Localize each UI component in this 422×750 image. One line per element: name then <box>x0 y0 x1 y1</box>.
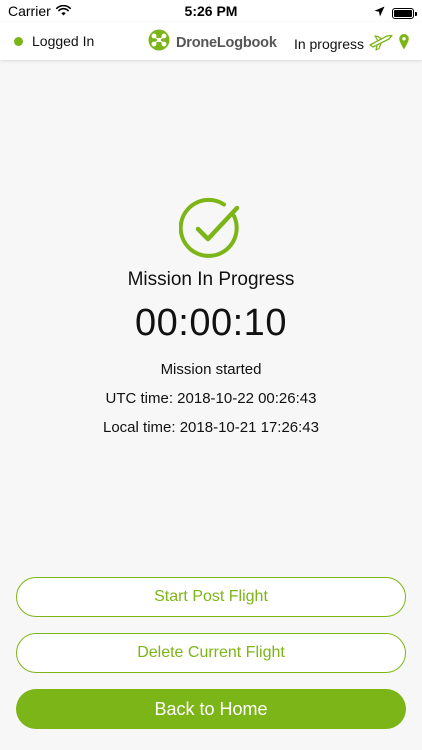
login-status: Logged In <box>14 33 94 49</box>
status-dot-icon <box>14 36 23 46</box>
wifi-icon <box>55 3 71 19</box>
status-bar: Carrier 5:26 PM <box>0 0 422 22</box>
carrier-group: Carrier <box>8 3 71 19</box>
dronelogbook-logo-icon <box>148 29 170 56</box>
back-to-home-button[interactable]: Back to Home <box>16 689 406 729</box>
mission-content: Mission In Progress 00:00:10 Mission sta… <box>0 60 422 750</box>
status-right-group <box>374 4 417 22</box>
checkmark-circle-icon <box>178 197 243 261</box>
mission-started-label: Mission started <box>160 361 262 378</box>
battery-icon <box>392 7 417 19</box>
utc-time: UTC time: 2018-10-22 00:26:43 <box>105 390 317 407</box>
drone-icon <box>369 33 393 54</box>
delete-current-flight-button[interactable]: Delete Current Flight <box>16 633 406 673</box>
app-header: Logged In DroneLogbook In progress <box>0 22 422 60</box>
app-logo: DroneLogbook <box>148 29 277 56</box>
mission-timer: 00:00:10 <box>135 302 287 344</box>
flight-status-label: In progress <box>293 35 364 52</box>
map-pin-icon <box>398 33 410 54</box>
location-arrow-icon <box>374 4 385 22</box>
carrier-label: Carrier <box>8 3 51 19</box>
flight-status: In progress <box>294 33 410 54</box>
start-post-flight-button[interactable]: Start Post Flight <box>16 577 406 617</box>
mission-title: Mission In Progress <box>127 269 295 290</box>
logo-text: DroneLogbook <box>176 34 277 51</box>
local-time: Local time: 2018-10-21 17:26:43 <box>103 419 319 436</box>
login-status-label: Logged In <box>32 33 95 49</box>
